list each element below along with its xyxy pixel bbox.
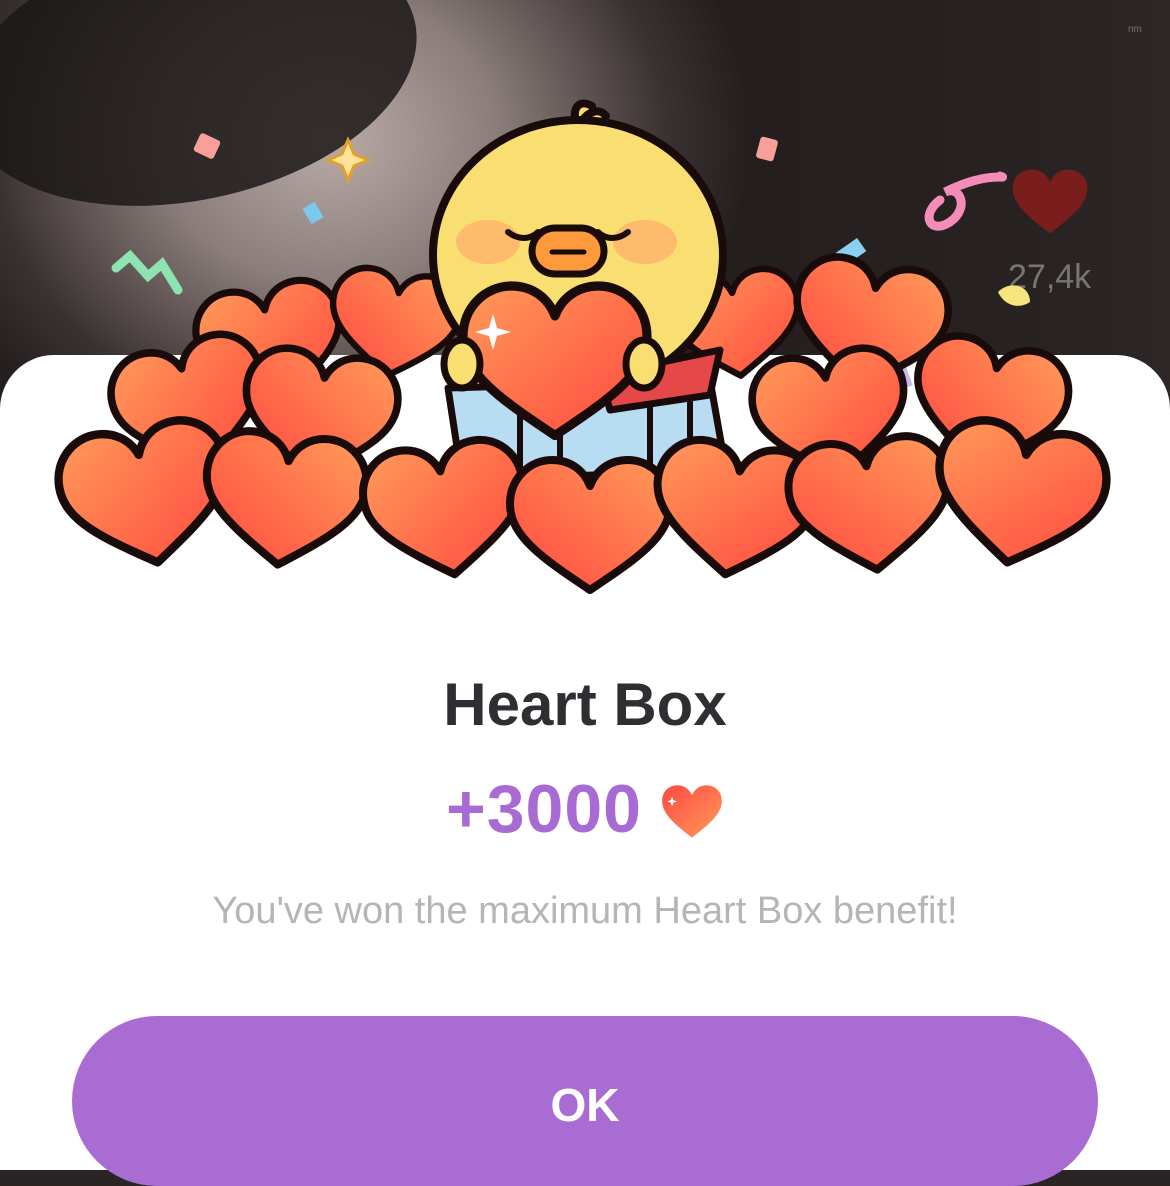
reward-row: +3000 [0, 770, 1170, 848]
heart-box-illustration [0, 99, 1170, 620]
ok-button[interactable]: OK [72, 1016, 1098, 1186]
ok-button-label: OK [550, 1079, 620, 1131]
reward-amount: +3000 [446, 771, 642, 847]
dialog-message: You've won the maximum Heart Box benefit… [212, 890, 958, 932]
heart-icon [662, 785, 722, 838]
dialog-title: Heart Box [443, 671, 727, 738]
